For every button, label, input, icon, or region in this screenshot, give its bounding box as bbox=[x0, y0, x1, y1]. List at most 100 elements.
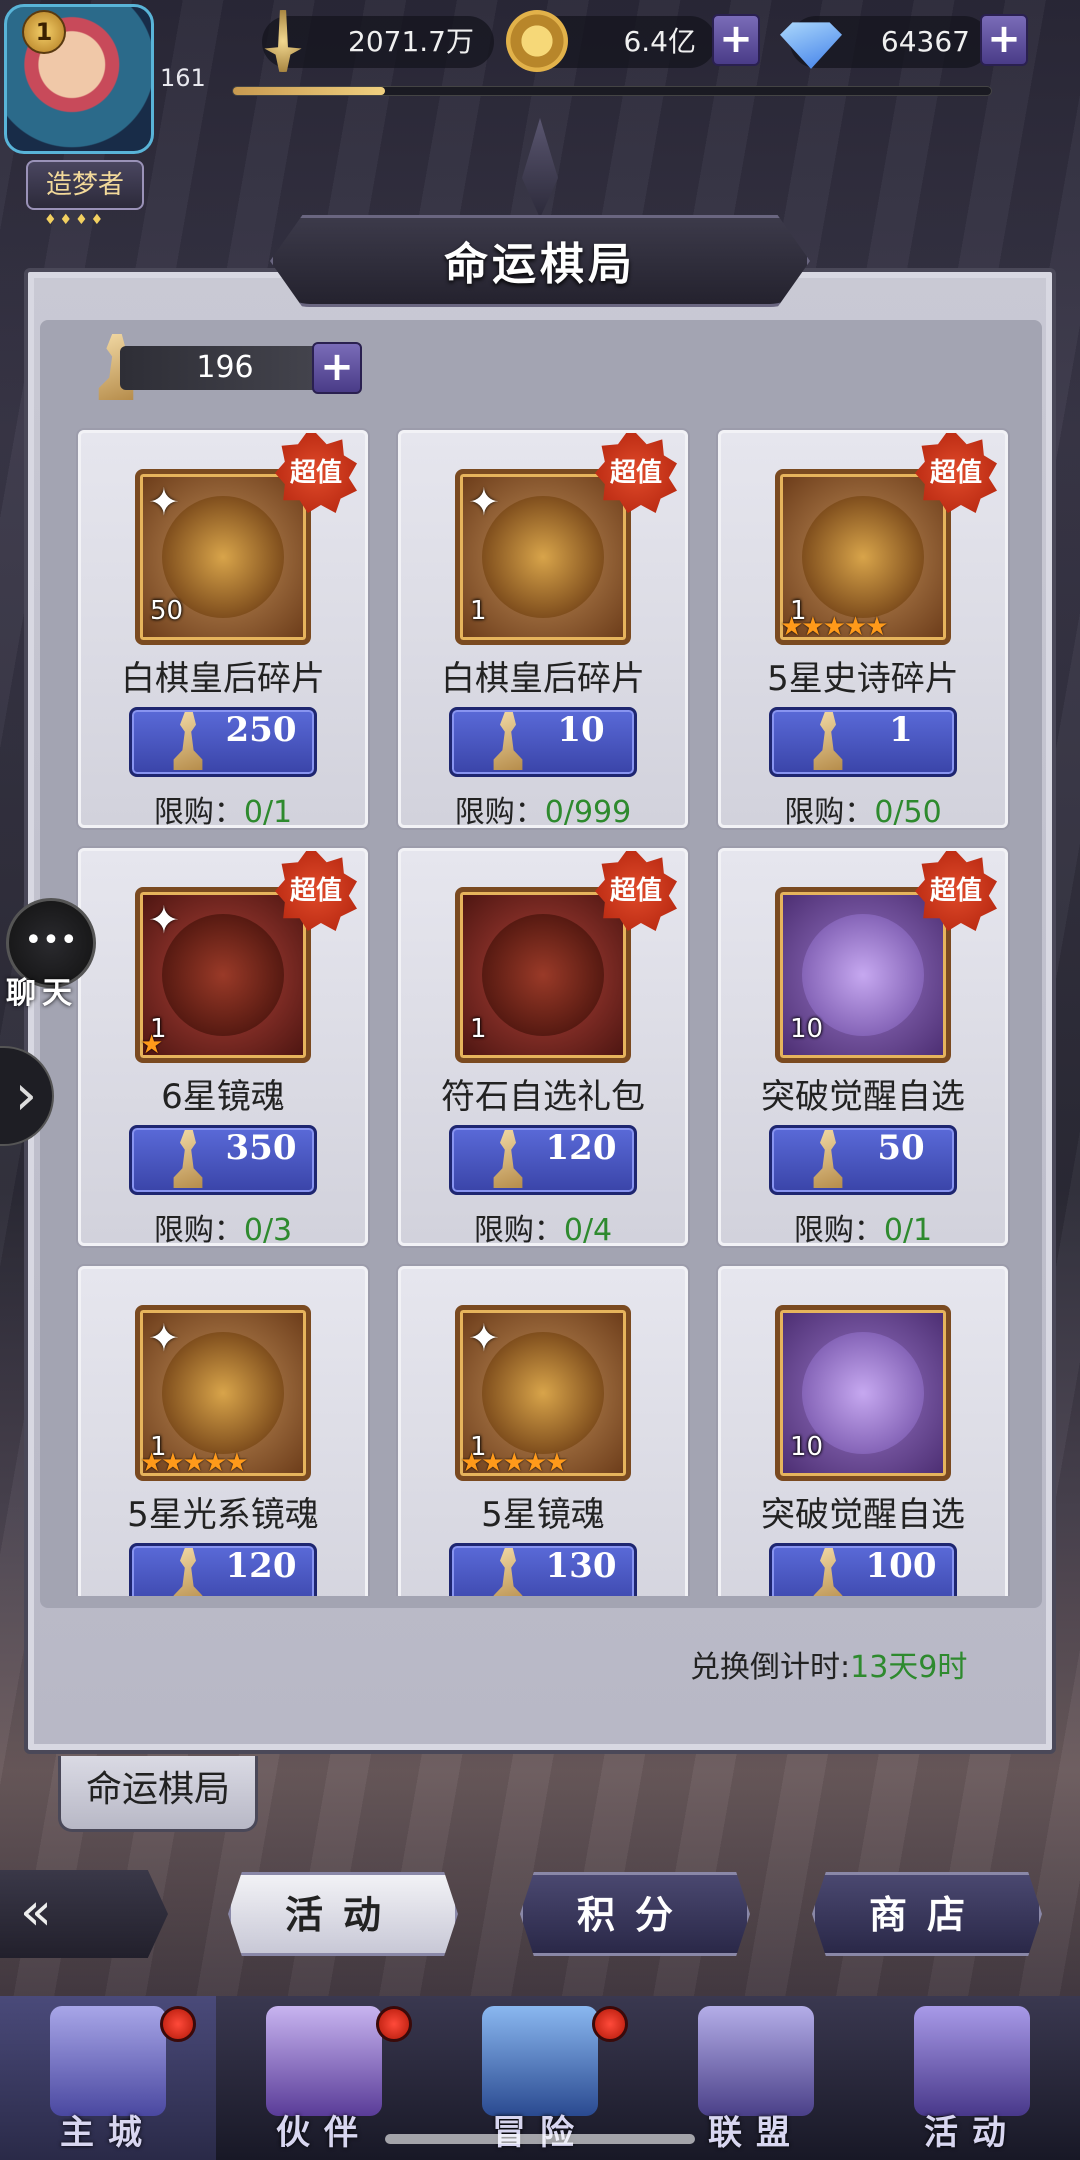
limit-label: 限购： bbox=[793, 1213, 884, 1248]
tab-fate-chess[interactable]: 命运棋局 bbox=[58, 1756, 258, 1832]
chat-label[interactable]: 聊天 bbox=[6, 968, 106, 1012]
buy-button[interactable]: 130 bbox=[449, 1543, 637, 1596]
resource-power: 2071.7万 bbox=[262, 10, 494, 72]
gold-coin-icon bbox=[506, 10, 568, 72]
nav-label: 伙伴 bbox=[276, 2113, 372, 2153]
buy-button[interactable]: 250 bbox=[129, 707, 317, 777]
item-card[interactable]: 10 超值 突破觉醒自选 50 限购：0/1 bbox=[718, 848, 1008, 1249]
buy-button[interactable]: 1 bbox=[769, 707, 957, 777]
nav-label: 冒险 bbox=[492, 2113, 588, 2153]
item-price: 1 bbox=[889, 710, 913, 750]
diamond-icon bbox=[780, 22, 842, 69]
notification-dot bbox=[376, 2006, 412, 2042]
item-card[interactable]: ✦ 1 ★ 超值 6星镜魂 350 限购：0/3 bbox=[78, 848, 368, 1248]
limit-value: 0/50 bbox=[874, 795, 942, 830]
add-gold-button[interactable]: + bbox=[712, 14, 760, 66]
chess-pawn-icon bbox=[493, 712, 523, 770]
buy-button[interactable]: 50 bbox=[769, 1125, 957, 1195]
limit-label: 限购： bbox=[153, 795, 244, 830]
purchase-limit: 限购：0/999 bbox=[401, 787, 685, 831]
add-diamond-button[interactable]: + bbox=[980, 14, 1028, 66]
item-name: 突破觉醒自选 bbox=[761, 1495, 965, 1535]
item-stars: ★ bbox=[140, 1030, 163, 1060]
fragment-icon: ✦ bbox=[468, 1316, 500, 1360]
buy-button[interactable]: 120 bbox=[129, 1543, 317, 1596]
item-card[interactable]: ✦ 1 ★★★★★ 5星光系镜魂 120 bbox=[78, 1266, 368, 1596]
chess-pawn-icon bbox=[493, 1548, 523, 1596]
player-title-stars: ♦♦♦♦ bbox=[44, 212, 107, 228]
nav-item[interactable]: 主城 bbox=[0, 1996, 216, 2160]
exp-bar bbox=[232, 86, 992, 96]
item-stars: ★★★★★ bbox=[780, 612, 889, 642]
purchase-limit: 限购：0/1 bbox=[81, 787, 365, 831]
nav-label: 联盟 bbox=[708, 2113, 804, 2153]
item-name: 6星镜魂 bbox=[161, 1077, 285, 1117]
item-quantity: 1 bbox=[470, 596, 487, 626]
chess-pawn-icon bbox=[813, 1130, 843, 1188]
item-name: 5星史诗碎片 bbox=[767, 659, 959, 699]
notification-dot bbox=[592, 2006, 628, 2042]
exp-bar-fill bbox=[233, 87, 385, 95]
player-level: 161 bbox=[160, 64, 206, 92]
item-name: 白棋皇后碎片 bbox=[121, 659, 325, 699]
sword-icon bbox=[264, 10, 302, 72]
power-value: 2071.7万 bbox=[348, 25, 474, 58]
chess-pawn-icon bbox=[173, 1548, 203, 1596]
limit-value: 0/4 bbox=[563, 1213, 613, 1248]
limit-label: 限购： bbox=[473, 1213, 564, 1248]
top-bar: 1 161 2071.7万 6.4亿 + 64367 + bbox=[0, 0, 1080, 154]
item-card[interactable]: ✦ 1 超值 白棋皇后碎片 10 限购：0/999 bbox=[398, 430, 688, 831]
limit-value: 0/1 bbox=[883, 1213, 933, 1248]
item-stars: ★★★★★ bbox=[140, 1448, 249, 1478]
resource-diamond: 64367 bbox=[780, 16, 990, 69]
buy-button[interactable]: 10 bbox=[449, 707, 637, 777]
castle-icon bbox=[50, 2006, 166, 2116]
item-art-icon bbox=[482, 914, 604, 1036]
nav-label: 活动 bbox=[924, 2113, 1020, 2153]
purchase-limit: 限购：0/4 bbox=[401, 1205, 685, 1249]
level-badge: 1 bbox=[22, 10, 66, 54]
nav-item[interactable]: 活动 bbox=[864, 1996, 1080, 2160]
item-quantity: 50 bbox=[150, 596, 184, 626]
item-name: 5星镜魂 bbox=[481, 1495, 605, 1535]
buy-button[interactable]: 120 bbox=[449, 1125, 637, 1195]
item-card[interactable]: ✦ 1 ★★★★★ 5星镜魂 130 bbox=[398, 1266, 688, 1596]
limit-value: 0/3 bbox=[243, 1213, 293, 1248]
item-card[interactable]: 10 突破觉醒自选 100 bbox=[718, 1266, 1008, 1596]
exchange-countdown: 兑换倒计时:13天9时 bbox=[690, 1642, 967, 1686]
chess-pawn-icon bbox=[173, 712, 203, 770]
back-button[interactable]: « bbox=[0, 1870, 168, 1958]
purchase-limit: 限购：0/50 bbox=[721, 787, 1005, 831]
notification-dot bbox=[160, 2006, 196, 2042]
home-indicator bbox=[385, 2134, 695, 2144]
chess-pawn-icon bbox=[813, 1548, 843, 1596]
limit-label: 限购： bbox=[784, 795, 875, 830]
item-grid: ✦ 50 超值 白棋皇后碎片 250 限购：0/1 ✦ 1 超值 白棋皇后碎片 … bbox=[40, 320, 1042, 1596]
tab-shop[interactable]: 商店 bbox=[812, 1872, 1042, 1956]
item-icon: ✦ 1 ★★★★★ bbox=[455, 1305, 631, 1481]
page-title: 命运棋局 bbox=[444, 239, 636, 290]
tab-points[interactable]: 积分 bbox=[520, 1872, 750, 1956]
item-icon: ✦ 1 ★★★★★ bbox=[135, 1305, 311, 1481]
item-price: 50 bbox=[877, 1128, 925, 1168]
item-name: 符石自选礼包 bbox=[441, 1077, 645, 1117]
item-card[interactable]: 1 超值 符石自选礼包 120 限购：0/4 bbox=[398, 848, 688, 1249]
countdown-label: 兑换倒计时: bbox=[690, 1650, 851, 1685]
buy-button[interactable]: 350 bbox=[129, 1125, 317, 1195]
item-price: 350 bbox=[225, 1128, 297, 1168]
limit-value: 0/1 bbox=[243, 795, 293, 830]
limit-value: 0/999 bbox=[544, 795, 632, 830]
chess-pawn-icon bbox=[813, 712, 843, 770]
tab-activity[interactable]: 活动 bbox=[228, 1872, 458, 1956]
item-quantity: 10 bbox=[790, 1014, 824, 1044]
chess-pawn-icon bbox=[493, 1130, 523, 1188]
item-card[interactable]: 1 ★★★★★ 超值 5星史诗碎片 1 限购：0/50 bbox=[718, 430, 1008, 831]
gold-value: 6.4亿 bbox=[623, 25, 696, 58]
buy-button[interactable]: 100 bbox=[769, 1543, 957, 1596]
resource-gold: 6.4亿 bbox=[506, 10, 716, 72]
purchase-limit: 限购：0/1 bbox=[721, 1205, 1005, 1249]
shield-icon bbox=[698, 2006, 814, 2116]
item-price: 100 bbox=[865, 1546, 937, 1586]
item-card[interactable]: ✦ 50 超值 白棋皇后碎片 250 限购：0/1 bbox=[78, 430, 368, 831]
item-quantity: 1 bbox=[470, 1014, 487, 1044]
